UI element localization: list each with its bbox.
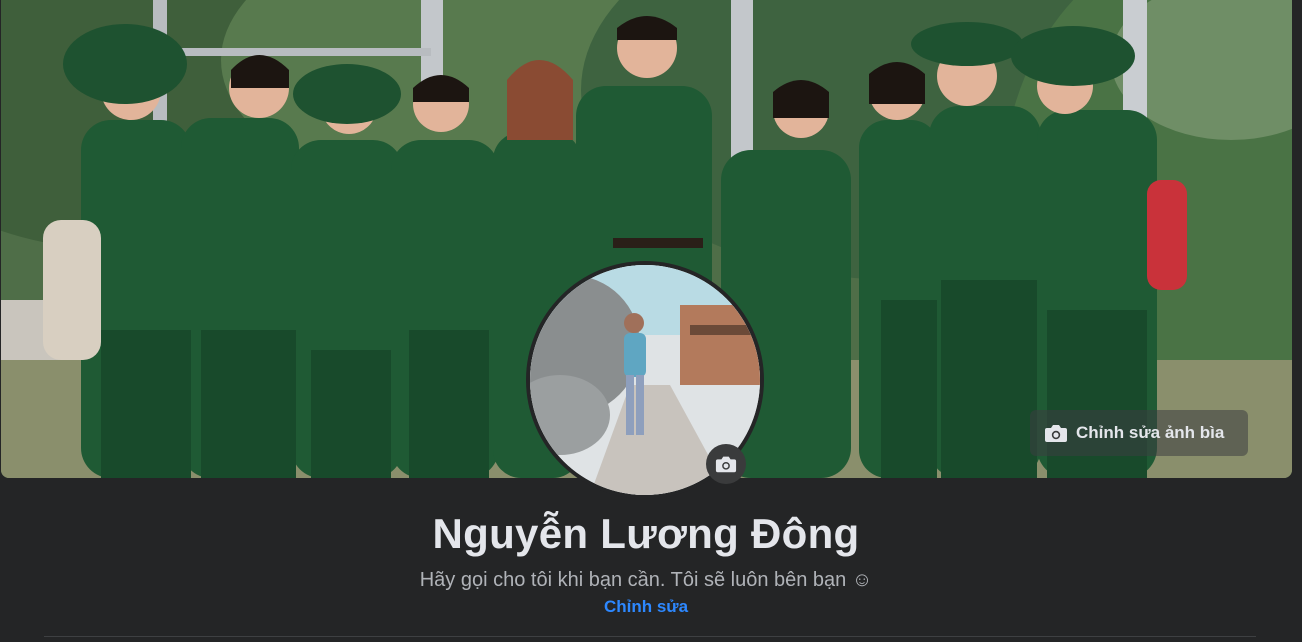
edit-cover-photo-label: Chỉnh sửa ảnh bìa xyxy=(1076,423,1225,442)
edit-profile-picture-button[interactable] xyxy=(706,444,746,484)
camera-icon xyxy=(715,456,737,473)
edit-bio-link[interactable]: Chỉnh sửa xyxy=(0,597,1292,617)
profile-name: Nguyễn Lương Đông xyxy=(432,510,860,557)
edit-cover-photo-button[interactable]: Chỉnh sửa ảnh bìa xyxy=(1030,410,1248,456)
section-divider xyxy=(44,636,1256,637)
camera-icon xyxy=(1045,425,1067,442)
profile-bio: Hãy gọi cho tôi khi bạn cần. Tôi sẽ luôn… xyxy=(419,569,873,591)
